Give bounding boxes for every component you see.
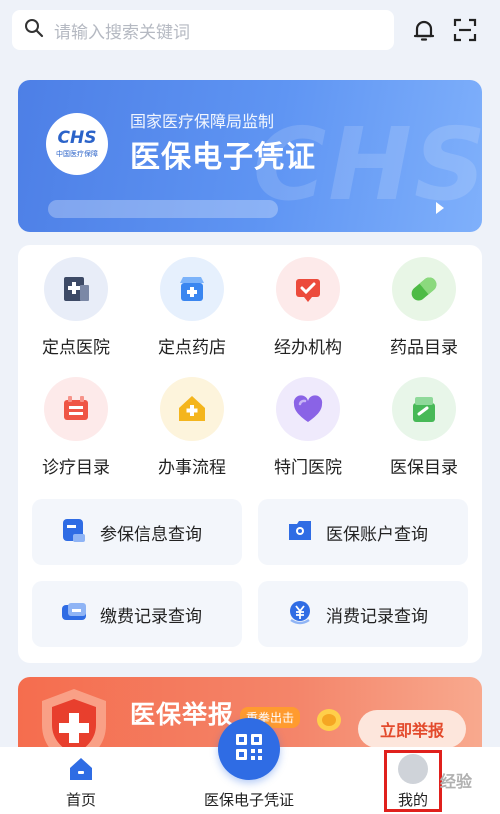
insured-info-icon <box>60 516 88 548</box>
service-process[interactable]: 办事流程 <box>134 377 250 478</box>
home-icon <box>58 755 104 783</box>
site-watermark: 经验 <box>440 772 473 791</box>
pill-icon <box>392 257 456 321</box>
top-bar: 请输入搜索关键词 <box>0 0 500 62</box>
query-insured-info[interactable]: 参保信息查询 <box>32 499 242 565</box>
scan-icon[interactable] <box>452 17 478 43</box>
heart-icon <box>276 377 340 441</box>
search-input[interactable]: 请输入搜索关键词 <box>12 10 394 50</box>
logo-text: CHS <box>57 128 97 148</box>
search-icon <box>24 18 44 42</box>
services-panel: 定点医院 定点药店 经办机构 药品目录 诊疗目录 办事流程 特门医院 医保目录 … <box>18 245 482 663</box>
nav-voucher[interactable]: 医保电子凭证 <box>196 789 302 810</box>
service-label: 诊疗目录 <box>42 458 110 478</box>
service-agency[interactable]: 经办机构 <box>250 257 366 358</box>
qr-code-button[interactable] <box>218 718 280 780</box>
logo-subtext: 中国医疗保障 <box>56 150 98 158</box>
query-account[interactable]: 医保账户查询 <box>258 499 468 565</box>
query-label: 缴费记录查询 <box>100 606 202 627</box>
coin-icon <box>314 705 344 739</box>
query-label: 医保账户查询 <box>326 524 428 545</box>
report-now-button[interactable]: 立即举报 <box>358 710 466 748</box>
mine-highlight-box <box>384 750 442 812</box>
service-label: 办事流程 <box>158 458 226 478</box>
pharmacy-icon <box>160 257 224 321</box>
service-designated-pharmacy[interactable]: 定点药店 <box>134 257 250 358</box>
service-label: 定点医院 <box>42 338 110 358</box>
service-treatment-catalog[interactable]: 诊疗目录 <box>18 377 134 478</box>
report-title: 医保举报 <box>130 700 235 729</box>
search-placeholder: 请输入搜索关键词 <box>54 22 190 43</box>
nav-voucher-label: 医保电子凭证 <box>203 791 294 809</box>
service-label: 药品目录 <box>390 338 458 358</box>
catalog-icon <box>392 377 456 441</box>
treatment-icon <box>44 377 108 441</box>
bell-icon[interactable] <box>411 17 437 43</box>
agency-icon <box>276 257 340 321</box>
payment-record-icon <box>60 598 88 630</box>
chs-logo: CHS 中国医疗保障 <box>46 113 108 175</box>
query-label: 参保信息查询 <box>100 524 202 545</box>
query-payment-record[interactable]: 缴费记录查询 <box>32 581 242 647</box>
service-drug-catalog[interactable]: 药品目录 <box>366 257 482 358</box>
banner-title: 医保电子凭证 <box>130 140 316 175</box>
service-label: 医保目录 <box>390 458 458 478</box>
service-special-hospital[interactable]: 特门医院 <box>250 377 366 478</box>
chevron-right-icon[interactable] <box>434 200 446 219</box>
service-label: 定点药店 <box>158 338 226 358</box>
qr-code-icon <box>233 731 265 767</box>
service-insurance-catalog[interactable]: 医保目录 <box>366 377 482 478</box>
query-consumption-record[interactable]: 消费记录查询 <box>258 581 468 647</box>
e-voucher-banner[interactable]: CHS CHS 中国医疗保障 国家医疗保障局监制 医保电子凭证 <box>18 80 482 232</box>
supervision-text: 国家医疗保障局监制 <box>130 112 275 131</box>
process-icon <box>160 377 224 441</box>
hospital-icon <box>44 257 108 321</box>
account-icon <box>286 516 314 548</box>
consumption-record-icon <box>286 598 314 630</box>
query-label: 消费记录查询 <box>326 606 428 627</box>
service-label: 经办机构 <box>274 338 342 358</box>
nav-home-label: 首页 <box>65 791 96 809</box>
blurred-info <box>48 200 278 218</box>
service-label: 特门医院 <box>274 458 342 478</box>
nav-home[interactable]: 首页 <box>58 755 104 810</box>
service-designated-hospital[interactable]: 定点医院 <box>18 257 134 358</box>
